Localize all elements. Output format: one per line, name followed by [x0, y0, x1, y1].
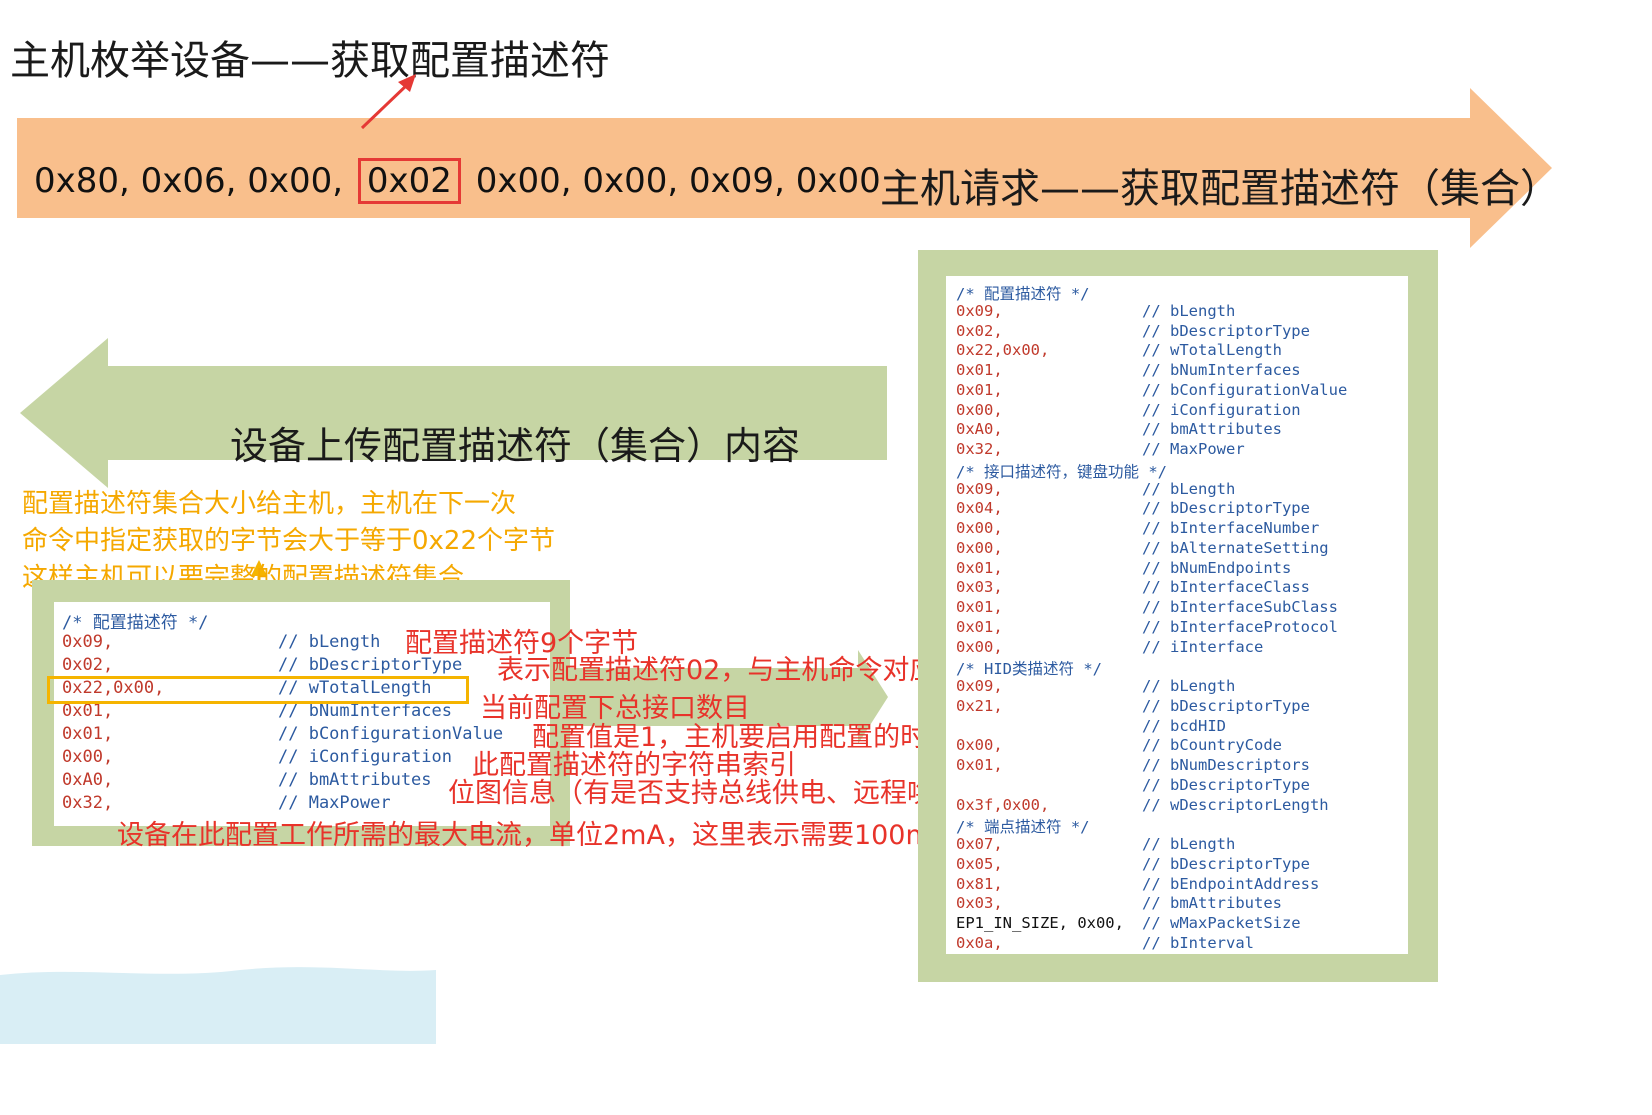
right-code-value: 0x09,: [956, 479, 1003, 498]
left-code-comment: // bLength: [278, 632, 381, 652]
right-code-value: 0x01,: [956, 617, 1003, 636]
right-code-comment: // bDescriptorType: [1142, 321, 1310, 340]
note-line: 命令中指定获取的字节会大于等于0x22个字节: [22, 526, 556, 556]
right-code-value: 0x00,: [956, 519, 1003, 537]
right-code-value: 0x81,: [956, 874, 1003, 893]
right-code-comment: // wDescriptorLength: [1142, 795, 1329, 814]
right-code-comment: // bNumEndpoints: [1142, 558, 1292, 577]
right-code-comment: // bInterfaceClass: [1142, 578, 1310, 597]
request-byte: 0x09,: [689, 161, 785, 201]
right-code-comment: // bmAttributes: [1142, 420, 1282, 439]
left-code-comment: // MaxPower: [278, 793, 391, 813]
right-code-header: /* 接口描述符，键盘功能 */: [956, 462, 1167, 481]
right-code-comment: // bInterval: [1142, 933, 1254, 952]
request-byte: 0x00,: [475, 161, 572, 201]
right-code-comment: // bNumInterfaces: [1142, 361, 1301, 379]
right-code-comment: // bDescriptorType: [1142, 854, 1310, 873]
right-code-value: 0x00,: [956, 637, 1003, 656]
request-byte: 0x00: [795, 161, 881, 201]
request-bytes: 0x80, 0x06, 0x00, 0x02 0x00, 0x00, 0x09,…: [34, 158, 881, 204]
right-code-header: /* 端点描述符 */: [956, 818, 1090, 837]
left-code-value: 0x01,: [62, 724, 114, 744]
right-code-value: 0x01,: [956, 756, 1003, 774]
right-code-value: 0x00,: [956, 400, 1003, 419]
left-code-value: 0x01,: [62, 701, 114, 721]
right-code-value: 0x03,: [956, 578, 1003, 597]
right-code-value: 0x05,: [956, 854, 1003, 873]
request-byte: 0x80,: [34, 161, 130, 201]
right-code-value: 0x02,: [956, 321, 1003, 340]
right-code-header: /* HID类描述符 */: [956, 660, 1102, 679]
left-code-comment: // bConfigurationValue: [278, 724, 504, 744]
right-code-comment: // bcdHID: [1142, 716, 1226, 735]
right-code-comment: // iInterface: [1142, 637, 1264, 656]
right-code-comment: // wTotalLength: [1142, 341, 1282, 360]
right-code-comment: // bEndpointAddress: [1142, 874, 1320, 893]
right-code-panel: /* 配置描述符 */0x09,// bLength 0x02,// bDescr…: [918, 250, 1438, 982]
request-byte: 0x06,: [140, 161, 237, 201]
annotation-descriptor-type: 表示配置描述符02，与主机命令对应: [497, 655, 937, 686]
right-code-value: 0x0a,: [956, 933, 1003, 952]
right-code-comment: // bConfigurationValue: [1142, 380, 1348, 399]
response-label: 设备上传配置描述符（集合）内容: [230, 424, 801, 468]
right-code-value: 0x3f,0x00,: [956, 795, 1050, 814]
right-code-value: 0x01,: [956, 598, 1003, 616]
right-code-value: 0x03,: [956, 894, 1003, 913]
right-code-comment: // bmAttributes: [1142, 894, 1282, 913]
right-code-comment: // bInterfaceProtocol: [1142, 617, 1338, 636]
right-code-value: 0x04,: [956, 499, 1003, 518]
left-code-value: 0x02,: [62, 655, 114, 675]
right-code-value: 0x21,: [956, 696, 1003, 715]
right-code-comment: // bAlternateSetting: [1142, 538, 1329, 557]
left-code-comment: // iConfiguration: [278, 747, 452, 767]
right-code-comment: // bInterfaceSubClass: [1142, 598, 1338, 616]
right-code-value: 0x01,: [956, 361, 1003, 379]
left-code-value: 0x00,: [62, 747, 114, 767]
left-code-value: 0xA0,: [62, 770, 114, 790]
right-code-value: 0x22,0x00,: [956, 341, 1050, 360]
right-code-comment: // bDescriptorType: [1142, 775, 1310, 794]
right-code-value: 0x01,: [956, 558, 1003, 577]
left-code-comment: // bmAttributes: [278, 770, 432, 790]
right-code-value: 0xA0,: [956, 420, 1003, 439]
right-code-value: 0x09,: [956, 301, 1003, 320]
right-code-comment: // bDescriptorType: [1142, 499, 1310, 518]
right-code-value: 0x07,: [956, 835, 1003, 853]
right-code-comment: // wMaxPacketSize: [1142, 914, 1301, 932]
right-code-comment: // bLength: [1142, 301, 1236, 320]
right-code-card: /* 配置描述符 */0x09,// bLength 0x02,// bDescr…: [946, 276, 1408, 954]
right-code-comment: // bLength: [1142, 677, 1236, 695]
total-length-highlight: [47, 676, 469, 704]
right-code-value: 0x09,: [956, 677, 1003, 695]
request-byte: 0x00,: [247, 161, 344, 201]
right-code-value: 0x32,: [956, 440, 1003, 458]
right-code-comment: // bNumDescriptors: [1142, 756, 1310, 774]
right-code-value: EP1_IN_SIZE, 0x00,: [956, 914, 1124, 932]
request-byte-highlighted: 0x02: [357, 158, 461, 204]
right-code-comment: // bDescriptorType: [1142, 696, 1310, 715]
left-code-value: 0x32,: [62, 793, 114, 813]
left-code-header: /* 配置描述符 */: [62, 613, 209, 633]
right-code-comment: // MaxPower: [1142, 440, 1245, 458]
request-label: 主机请求——获取配置描述符（集合）: [880, 166, 1560, 212]
right-code-header: /* 配置描述符 */: [956, 285, 1090, 303]
left-code-comment: // bNumInterfaces: [278, 701, 452, 721]
right-code-value: 0x00,: [956, 538, 1003, 557]
right-code-comment: // iConfiguration: [1142, 400, 1301, 419]
right-code-value: 0x01,: [956, 380, 1003, 399]
annotation-maxpower: 设备在此配置工作所需的最大电流，单位2mA，这里表示需要100mA: [117, 820, 951, 851]
right-code-comment: // bCountryCode: [1142, 736, 1282, 755]
right-code-comment: // bLength: [1142, 835, 1236, 853]
right-code-comment: // bInterfaceNumber: [1142, 519, 1320, 537]
request-byte: 0x00,: [582, 161, 679, 201]
note-line: 配置描述符集合大小给主机，主机在下一次: [22, 489, 517, 519]
right-code-value: 0x00,: [956, 736, 1003, 755]
right-code-comment: // bLength: [1142, 479, 1236, 498]
left-code-value: 0x09,: [62, 632, 114, 652]
